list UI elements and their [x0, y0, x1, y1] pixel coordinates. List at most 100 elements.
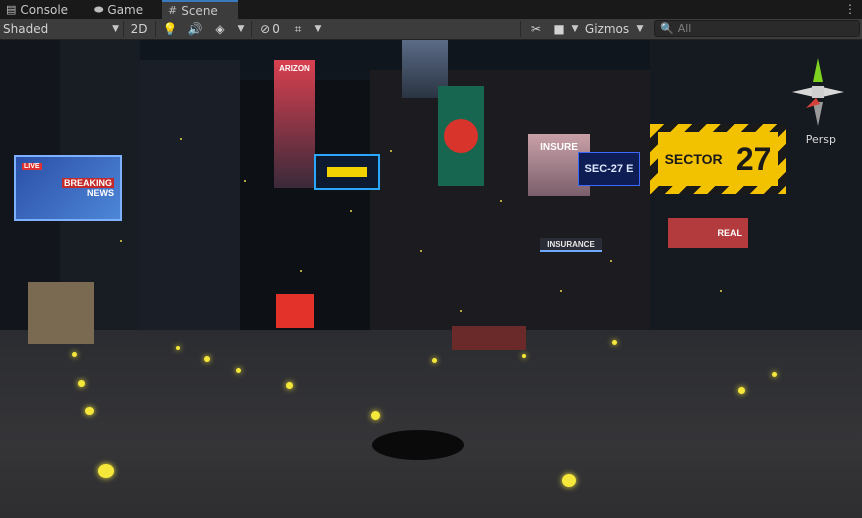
effects-toggle-button[interactable]: ◈ [210, 19, 230, 39]
gizmo-y-axis[interactable] [813, 58, 823, 82]
insurance-sign: INSURANCE [540, 238, 602, 252]
2d-toggle-button[interactable]: 2D [127, 19, 151, 39]
particle-glow [204, 356, 210, 362]
real-billboard: REAL [668, 218, 748, 248]
sector-27-sign: SECTOR 27 [650, 124, 786, 194]
gizmos-dropdown[interactable]: ▼ [633, 19, 647, 39]
particle-glow [78, 380, 85, 387]
gizmo-x-axis[interactable] [792, 87, 814, 97]
speaker-icon: 🔊 [187, 22, 203, 36]
particle-glow [286, 382, 293, 389]
particle-glow [98, 464, 114, 478]
sec27-sign: SEC-27 E [578, 152, 640, 186]
shading-mode-dropdown[interactable]: Shaded ▼ [3, 19, 119, 39]
particle-glow [738, 387, 745, 394]
building [370, 70, 660, 340]
particle-dot [610, 260, 612, 262]
chevron-down-icon: ▼ [314, 24, 322, 34]
particle-dot [180, 138, 182, 140]
gizmo-neg-y-axis[interactable] [813, 102, 823, 126]
game-controller-icon: ⬬ [94, 2, 104, 16]
particle-glow [772, 372, 777, 377]
projection-label[interactable]: Persp [806, 133, 836, 146]
particle-dot [500, 200, 502, 202]
gizmo-center-cube[interactable] [812, 86, 824, 98]
tab-game[interactable]: ⬬ Game [88, 0, 149, 19]
neon-logo-shape [327, 167, 367, 177]
particle-glow [85, 407, 94, 415]
tools-wrench-icon: ✂ [530, 22, 542, 36]
scene-toolbar: Shaded ▼ 2D 💡 🔊 ◈ ▼ ⊘ 0 ⌗ ▼ ✂ ■ ▼ Gizmos… [0, 19, 862, 40]
search-icon: 🔍 [660, 22, 674, 35]
gizmos-label: Gizmos [584, 22, 630, 36]
red-sphere-billboard [438, 86, 484, 186]
sec27-text: SEC-27 E [584, 163, 634, 175]
particle-dot [420, 250, 422, 252]
particle-glow [432, 358, 437, 363]
shading-mode-label: Shaded [3, 22, 49, 36]
arizon-billboard: ARIZON [274, 60, 315, 188]
grid-icon: ⌗ [294, 21, 302, 36]
more-options-icon[interactable]: ⋮ [844, 2, 856, 16]
red-sphere-graphic [444, 119, 478, 153]
divider [520, 21, 521, 37]
insurance-text: INSURANCE [547, 239, 595, 249]
parked-truck [28, 282, 94, 344]
grid-dropdown[interactable]: ▼ [311, 19, 325, 39]
particle-dot [300, 270, 302, 272]
breaking-live-tag: LIVE [22, 163, 42, 170]
particle-dot [720, 290, 722, 292]
chevron-down-icon: ▼ [636, 24, 644, 34]
tools-button[interactable]: ✂ [526, 19, 546, 39]
building [140, 60, 240, 330]
sector-number: 27 [735, 140, 772, 177]
effects-dropdown[interactable]: ▼ [234, 19, 248, 39]
particle-glow [562, 474, 576, 487]
orientation-gizmo[interactable] [788, 54, 848, 129]
tab-scene-label: Scene [181, 3, 218, 18]
lightbulb-icon: 💡 [162, 22, 178, 36]
gizmo-neg-x-axis[interactable] [822, 87, 844, 97]
street-bench [452, 326, 526, 350]
tab-scene[interactable]: # Scene [162, 0, 238, 19]
particle-dot [120, 240, 122, 242]
particle-glow [612, 340, 617, 345]
tab-game-label: Game [107, 2, 144, 17]
scene-grid-icon: # [168, 4, 178, 17]
manhole [372, 430, 464, 460]
chevron-down-icon: ▼ [571, 24, 579, 34]
search-placeholder: All [677, 22, 692, 35]
particle-dot [460, 310, 462, 312]
camera-settings-button[interactable]: ■ [550, 19, 568, 39]
particle-glow [236, 368, 241, 373]
particle-glow [176, 346, 180, 350]
particle-dot [560, 290, 562, 292]
particle-dot [350, 210, 352, 212]
scene-search-field[interactable]: 🔍 All [654, 20, 860, 37]
chevron-down-icon: ▼ [237, 24, 245, 34]
scene-visibility-button[interactable]: ⊘ 0 [256, 19, 284, 39]
divider [123, 21, 124, 37]
scene-viewport[interactable]: LIVE BREAKING NEWS ARIZON INSURE SEC-27 … [0, 40, 862, 518]
eye-hidden-icon: ⊘ [260, 22, 271, 36]
divider [251, 21, 252, 37]
particle-glow [522, 354, 526, 358]
camera-dropdown[interactable]: ▼ [569, 19, 581, 39]
particle-glow [371, 411, 380, 420]
audio-toggle-button[interactable]: 🔊 [185, 19, 205, 39]
tab-console[interactable]: ▤ Console [0, 0, 74, 19]
hidden-objects-count: 0 [272, 22, 280, 36]
effects-layers-icon: ◈ [215, 22, 225, 36]
sector-word: SECTOR [664, 151, 723, 167]
breaking-news-billboard: LIVE BREAKING NEWS [14, 155, 122, 221]
street-ground [0, 330, 862, 518]
sector-27-panel: SECTOR 27 [658, 132, 778, 186]
2d-toggle-label: 2D [130, 22, 148, 36]
particle-dot [244, 180, 246, 182]
lighting-toggle-button[interactable]: 💡 [160, 19, 180, 39]
neon-logo-sign [314, 154, 380, 190]
camera-icon: ■ [553, 22, 565, 36]
divider [155, 21, 156, 37]
grid-toggle-button[interactable]: ⌗ [288, 19, 308, 39]
gizmos-button[interactable]: Gizmos [584, 19, 630, 39]
